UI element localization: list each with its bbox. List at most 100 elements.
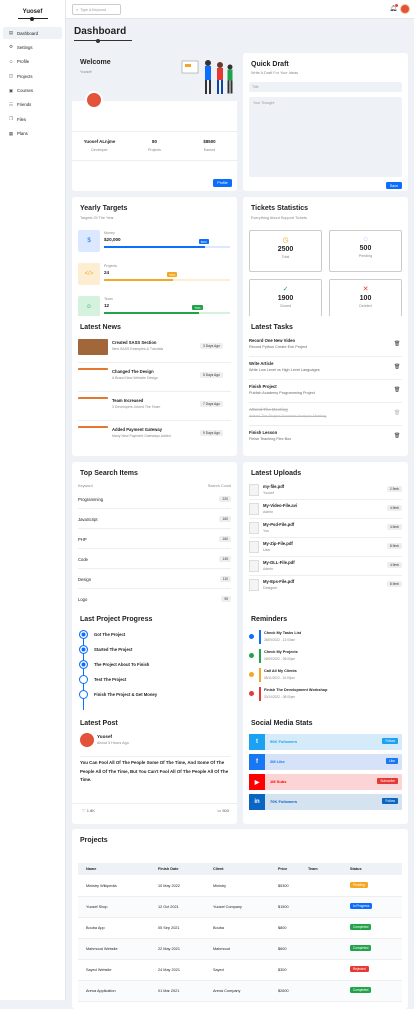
trash-icon[interactable]: 🗑︎ [394, 364, 400, 370]
social-count: 90K Followers [270, 739, 298, 744]
files-icon: ❐ [8, 116, 14, 122]
reminder-dot [249, 691, 254, 696]
likes-count[interactable]: ♡ 1.8K [82, 808, 95, 813]
cell-date: 12 Oct 2021 [158, 905, 179, 909]
sidebar-item-label: Courses [17, 88, 34, 94]
search-keyword: JavaScript [78, 517, 98, 522]
draft-title-input[interactable]: Title [249, 82, 402, 92]
ticket-box: ◷ 2500 Total [249, 230, 322, 272]
plans-icon: ▦ [8, 130, 14, 136]
table-row[interactable]: Arena Application 01 Mar 2021 Arena Compan… [78, 981, 402, 1002]
cell-name: Sayed Website [86, 968, 112, 972]
upload-name[interactable]: My-DLL-File.pdf [263, 560, 295, 565]
stat-value: Yuosef ALnjme [83, 139, 116, 144]
news-item-title[interactable]: Added Payment Gateway [112, 427, 162, 432]
table-row[interactable]: Yuosef Shop 12 Oct 2021 Yuosef Company $150… [78, 897, 402, 918]
cell-price: $300 [278, 968, 287, 972]
news-item-title[interactable]: Changed The Design [112, 369, 154, 374]
avatar[interactable] [400, 4, 410, 14]
upload-name[interactable]: My-Video-File.avi [263, 503, 297, 508]
sidebar-item-profile[interactable]: ☺ Profile [3, 56, 62, 68]
sidebar-item-friends[interactable]: ☷ Friends [3, 99, 62, 111]
target-progress-fill: 80% [104, 239, 209, 248]
divider [249, 556, 402, 557]
sidebar-item-settings[interactable]: ⚙ Settings [3, 41, 62, 53]
sidebar-item-dashboard[interactable]: ▤ Dashboard [3, 27, 62, 39]
target-label: Team [104, 297, 113, 301]
file-icon [249, 541, 259, 553]
trash-icon[interactable]: 🗑︎ [394, 410, 400, 416]
news-item-title[interactable]: Team Increased [112, 398, 143, 403]
projects-card: Projects Name Finish Date Client Price Team S… [72, 829, 408, 1009]
cell-name: Mahmoud Website [86, 947, 118, 951]
table-row[interactable]: Sayed Website 24 May 2021 Sayed $300 Rejecte… [78, 960, 402, 981]
profile-icon: ☺ [8, 59, 14, 65]
divider [249, 356, 402, 357]
post-time: About 3 Hours Ago [97, 741, 129, 745]
upload-name[interactable]: My-Psd-File.pdf [263, 522, 294, 527]
sidebar-item-files[interactable]: ❐ Files [3, 113, 62, 125]
search-icon: ⌕ [76, 7, 79, 12]
sidebar-item-label: Files [17, 116, 27, 122]
target-label: Money [104, 231, 115, 235]
social-action-button[interactable]: Follow [382, 798, 398, 804]
post-divider [72, 803, 237, 804]
ticket-label: Closed [279, 304, 292, 308]
draft-body-textarea[interactable]: Your Thought [249, 97, 402, 177]
sidebar-item-plans[interactable]: ▦ Plans [3, 128, 62, 140]
social-row: f 2M Like Like [249, 754, 402, 770]
reminder-title: Finish The Development Workshop [264, 688, 328, 692]
task-title: Record One New Video [249, 338, 295, 343]
divider [249, 425, 402, 426]
target-icon: </> [78, 263, 100, 285]
sidebar-item-projects[interactable]: ◫ Projects [3, 70, 62, 82]
upload-name[interactable]: My-Zip-File.pdf [263, 541, 293, 546]
news-item-desc: A Brand New Website Design [112, 376, 158, 380]
reminder-title: Call All My Clients [264, 669, 297, 673]
social-action-button[interactable]: Like [385, 758, 398, 764]
target-icon: $ [78, 230, 100, 252]
upload-name[interactable]: My-Eps-File.pdf [263, 579, 294, 584]
target-progress-fill: 55% [104, 272, 178, 281]
table-row[interactable]: Mahmoud Website 22 May 2021 Mahmoud $600 Com… [78, 939, 402, 960]
welcome-name: Yuosef [80, 70, 92, 74]
search-count: 160 [219, 516, 231, 522]
save-button[interactable]: Save [386, 182, 402, 189]
ticket-label: Total [281, 255, 290, 259]
stat-value: 80 [152, 139, 157, 144]
latest-post-card: Latest Post Yuosef About 3 Hours Ago You… [72, 712, 237, 824]
news-item-title[interactable]: Created SASS Section [112, 340, 156, 345]
column-header: Price [278, 867, 288, 871]
social-count: 70K Followers [270, 799, 298, 804]
divider [78, 568, 231, 569]
cell-price: $1500 [278, 905, 289, 909]
comments-count[interactable]: ▭ 500 [217, 808, 229, 813]
profile-button[interactable]: Profile [213, 179, 232, 187]
projects-title: Projects [80, 837, 108, 844]
social-action-button[interactable]: Follow [382, 738, 398, 744]
cell-client: Arena Company [213, 989, 241, 993]
bell-icon[interactable]: 🔔︎ [389, 4, 398, 12]
upload-name[interactable]: my-file.pdf [263, 484, 284, 489]
reminder-dot [249, 634, 254, 639]
column-header: Status [350, 867, 362, 871]
social-count: 1M Subs [270, 779, 287, 784]
search-input[interactable]: ⌕ Type A Keyword [72, 4, 121, 15]
social-action-button[interactable]: Subscribe [377, 778, 398, 784]
trash-icon[interactable]: 🗑︎ [394, 387, 400, 393]
ticket-box: ✓ 1900 Closed [249, 279, 322, 321]
cell-date: 10 May 2022 [158, 884, 180, 888]
cell-name: Arena Application [86, 989, 116, 993]
sidebar-item-courses[interactable]: ▣ Courses [3, 85, 62, 97]
upload-by: User [263, 548, 271, 552]
progress-step-label: Finish The Project & Get Money [94, 692, 158, 697]
table-row[interactable]: Ministry Wikipedia 10 May 2022 Ministry $53… [78, 876, 402, 897]
divider [249, 537, 402, 538]
table-row[interactable]: Bouba App 05 Sep 2021 Bouba $800 Completed [78, 918, 402, 939]
divider [78, 528, 231, 529]
cell-client: Bouba [213, 926, 224, 930]
task-title: Finish Lesson [249, 430, 278, 435]
trash-icon[interactable]: 🗑︎ [394, 433, 400, 439]
news-item-desc: New SASS Examples & Tutorials [112, 347, 164, 351]
trash-icon[interactable]: 🗑︎ [394, 341, 400, 347]
